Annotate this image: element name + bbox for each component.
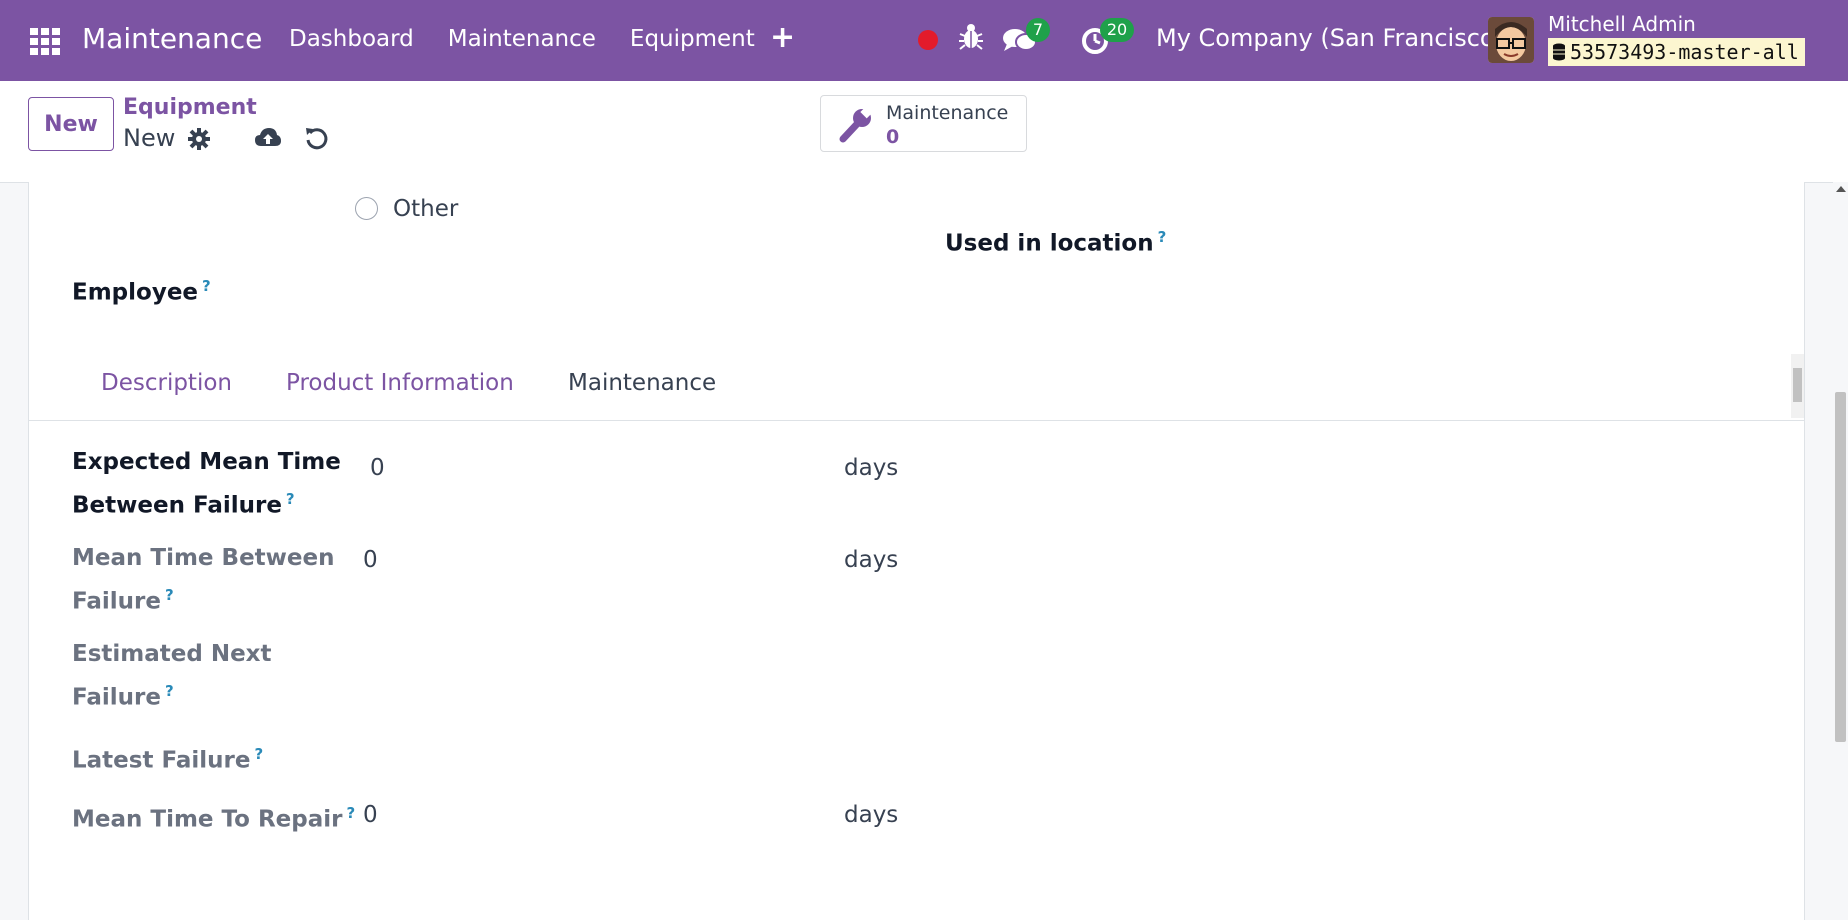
used-in-location-label: Used in location? [945, 228, 1167, 257]
mttr-value: 0 [363, 802, 378, 828]
database-icon [1553, 43, 1565, 61]
menu-equipment[interactable]: Equipment [630, 26, 755, 52]
form-sheet: Other Used in location? Employee? Descri… [28, 182, 1805, 920]
tab-description[interactable]: Description [101, 370, 232, 396]
radio-other[interactable] [355, 197, 378, 220]
mttr-unit: days [844, 802, 899, 828]
database-name: 53573493-master-all [1570, 40, 1799, 64]
employee-label: Employee? [72, 277, 211, 306]
tab-product-information[interactable]: Product Information [286, 370, 514, 396]
gear-icon[interactable] [187, 127, 211, 151]
estimated-next-failure-label: Estimated Next Failure? [72, 641, 272, 711]
menu-dashboard[interactable]: Dashboard [289, 26, 414, 52]
notebook-tabs: Description Product Information Maintena… [29, 352, 1804, 421]
help-tooltip-icon[interactable]: ? [202, 277, 211, 295]
breadcrumb-current: New [123, 124, 176, 152]
menu-maintenance[interactable]: Maintenance [448, 26, 596, 52]
tabs-scrollbar[interactable] [1791, 354, 1804, 418]
help-tooltip-icon[interactable]: ? [347, 804, 356, 822]
expected-mtbf-input[interactable]: 0 [370, 455, 385, 481]
app-name[interactable]: Maintenance [82, 22, 262, 55]
tab-maintenance[interactable]: Maintenance [568, 370, 716, 396]
mttr-label: Mean Time To Repair? [72, 804, 356, 833]
mtbf-value: 0 [363, 547, 378, 573]
radio-other-label: Other [393, 196, 459, 222]
help-tooltip-icon[interactable]: ? [286, 490, 295, 508]
help-tooltip-icon[interactable]: ? [165, 682, 174, 700]
control-panel: New Equipment New Maintenance 0 [0, 81, 1848, 183]
wrench-icon [839, 107, 873, 143]
expected-mtbf-unit: days [844, 455, 899, 481]
plus-icon[interactable]: + [770, 20, 795, 55]
latest-failure-label: Latest Failure? [72, 745, 264, 774]
cloud-upload-icon[interactable] [254, 126, 282, 150]
database-badge: 53573493-master-all [1548, 38, 1805, 66]
user-avatar[interactable] [1488, 17, 1534, 63]
chat-count-badge: 7 [1026, 18, 1050, 42]
apps-grid-icon[interactable] [30, 28, 60, 55]
main-menu: Dashboard Maintenance Equipment [289, 26, 755, 52]
company-switcher[interactable]: My Company (San Francisco) [1156, 24, 1504, 52]
maintenance-smart-button[interactable]: Maintenance 0 [820, 95, 1027, 152]
user-name[interactable]: Mitchell Admin [1548, 12, 1696, 36]
mtbf-unit: days [844, 547, 899, 573]
smart-button-label: Maintenance [886, 102, 1009, 124]
breadcrumb-equipment[interactable]: Equipment [123, 95, 257, 120]
expected-mtbf-label: Expected Mean Time Between Failure? [72, 449, 341, 519]
top-navbar: Maintenance Dashboard Maintenance Equipm… [0, 0, 1848, 81]
smart-button-value: 0 [886, 126, 900, 148]
activity-count-badge: 20 [1100, 18, 1134, 42]
record-icon[interactable] [918, 30, 938, 50]
mtbf-label: Mean Time Between Failure? [72, 545, 335, 615]
help-tooltip-icon[interactable]: ? [165, 586, 174, 604]
scroll-up-arrow-icon[interactable] [1836, 186, 1846, 192]
discard-undo-icon[interactable] [304, 125, 330, 151]
bug-icon[interactable] [958, 22, 984, 52]
help-tooltip-icon[interactable]: ? [1158, 228, 1167, 246]
scrollbar-thumb[interactable] [1835, 392, 1846, 742]
new-button[interactable]: New [28, 97, 114, 151]
page-scrollbar[interactable] [1833, 182, 1848, 920]
help-tooltip-icon[interactable]: ? [254, 745, 263, 763]
